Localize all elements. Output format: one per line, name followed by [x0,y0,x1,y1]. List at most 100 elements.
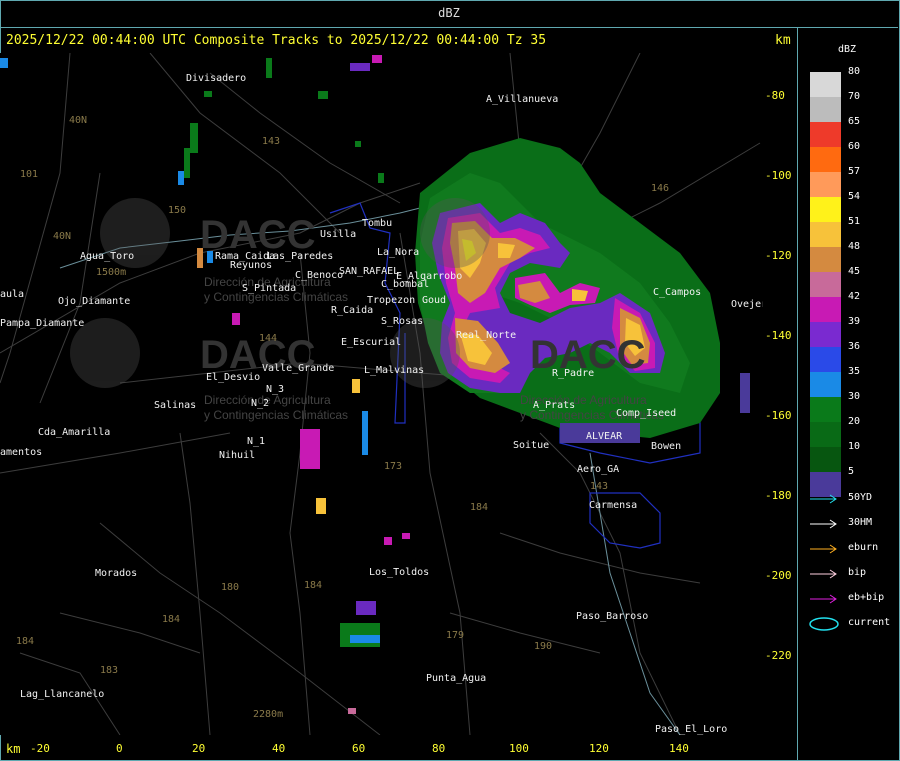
color-scale-label: 80 [848,66,861,77]
place-label: amentos [0,447,43,458]
track-legend-item: 30HM [798,516,898,532]
track-legend-label: current [848,617,891,628]
track-legend-item: 50YD [798,491,898,507]
color-scale-swatch [810,147,841,172]
y-tick-label: -80 [765,89,785,102]
legend-panel: dBZ 80 70 65 60 57 54 51 48 45 42 39 36 35 30 20 10 5 50… [798,28,899,760]
place-label: Real_Norte [456,330,517,341]
current-ellipse-icon [809,617,839,631]
place-label: L_Malvinas [364,365,425,376]
place-label: S_Rosas [381,316,424,327]
route-label: 40N [69,115,88,126]
color-scale-label: 51 [848,216,861,227]
place-label: Ovejer [731,299,763,310]
track-legend-item: eb+bip [798,591,898,607]
track-legend-item: bip [798,566,898,582]
place-label: Tombu [362,218,393,229]
place-label: SAN_RAFAEL [339,266,400,277]
legend-title: dBZ [838,44,857,55]
color-scale-label: 45 [848,266,861,277]
x-axis-unit: km [6,742,21,756]
color-scale-swatch [810,197,841,222]
place-label: ALVEAR [586,431,623,442]
route-label: 180 [221,582,240,593]
place-label: Comp_Iseed [616,408,677,419]
y-tick-label: -120 [765,249,792,262]
place-label: A_Prats [533,400,576,411]
route-label: 179 [446,630,465,641]
color-scale-swatch [810,122,841,147]
place-label: Morados [95,568,138,579]
place-label: Tropezon [367,295,416,306]
color-scale-label: 48 [848,241,861,252]
radar-map-canvas[interactable]: DACC Dirección de Agricultura y Continge… [0,53,763,735]
place-label: Punta_Agua [426,673,487,684]
place-label: Bowen [651,441,682,452]
x-tick-label: 60 [352,742,366,755]
place-label: Lag_Llancanelo [20,689,105,700]
track-arrow-icon [810,544,837,554]
place-label: Pampa_Diamante [0,318,85,329]
color-scale-label: 60 [848,141,861,152]
track-arrow-icon [810,594,837,604]
color-scale-label: 70 [848,91,861,102]
y-tick-label: -100 [765,169,792,182]
color-scale-swatch [810,97,841,122]
track-arrow-icon [810,519,837,529]
product-time-title: 2025/12/22 00:44:00 UTC Composite Tracks… [6,33,547,48]
place-label: N_3 [266,384,285,395]
x-tick-label: 40 [272,742,286,755]
place-label: Reyunos [230,260,273,271]
color-scale-label: 36 [848,341,861,352]
route-label: 184 [304,580,323,591]
place-label: Goud [422,295,447,306]
color-scale-label: 35 [848,366,861,377]
place-label: Paso_Barroso [576,611,649,622]
place-label: Valle_Grande [262,363,335,374]
color-scale-swatch [810,422,841,447]
color-scale-label: 54 [848,191,861,202]
place-label: Aero_GA [577,464,620,475]
route-label: 150 [168,205,187,216]
route-label: 1500m [96,267,127,278]
track-legend-item: current [798,616,898,632]
track-legend-label: 30HM [848,517,873,528]
color-scale-label: 30 [848,391,861,402]
window-title: dBZ [438,6,460,20]
route-label: 173 [384,461,403,472]
place-label: R_Caida [331,305,374,316]
color-scale-swatch [810,72,841,97]
y-tick-label: -220 [765,649,792,662]
place-label: Cda_Amarilla [38,427,111,438]
place-label: Salinas [154,400,197,411]
color-scale-swatch [810,297,841,322]
place-label: Paso_El_Loro [655,724,728,735]
place-label: Nihuil [219,450,256,461]
color-scale-label: 39 [848,316,861,327]
x-tick-label: 80 [432,742,446,755]
place-label: N_1 [247,436,266,447]
color-scale-swatch [810,247,841,272]
track-legend-item: eburn [798,541,898,557]
place-label: La_Nora [377,247,420,258]
route-label: 184 [16,636,35,647]
color-scale-label: 57 [848,166,861,177]
place-label: C_Benoco [295,270,344,281]
place-label: C_Campos [653,287,702,298]
track-legend-label: bip [848,567,867,578]
x-tick-label: 100 [509,742,529,755]
route-label: 190 [534,641,553,652]
color-scale-label: 5 [848,466,855,477]
x-tick-label: 0 [116,742,123,755]
track-legend-label: eburn [848,542,879,553]
place-label: Ojo_Diamante [58,296,131,307]
place-label: Los_Toldos [369,567,430,578]
place-label: Agua_Toro [80,251,135,262]
track-legend-label: eb+bip [848,592,885,603]
route-label: 183 [100,665,119,676]
route-label: 144 [259,333,278,344]
color-scale-swatch [810,222,841,247]
y-axis-unit: km [775,33,791,48]
track-legend-label: 50YD [848,492,873,503]
color-scale-swatch [810,172,841,197]
